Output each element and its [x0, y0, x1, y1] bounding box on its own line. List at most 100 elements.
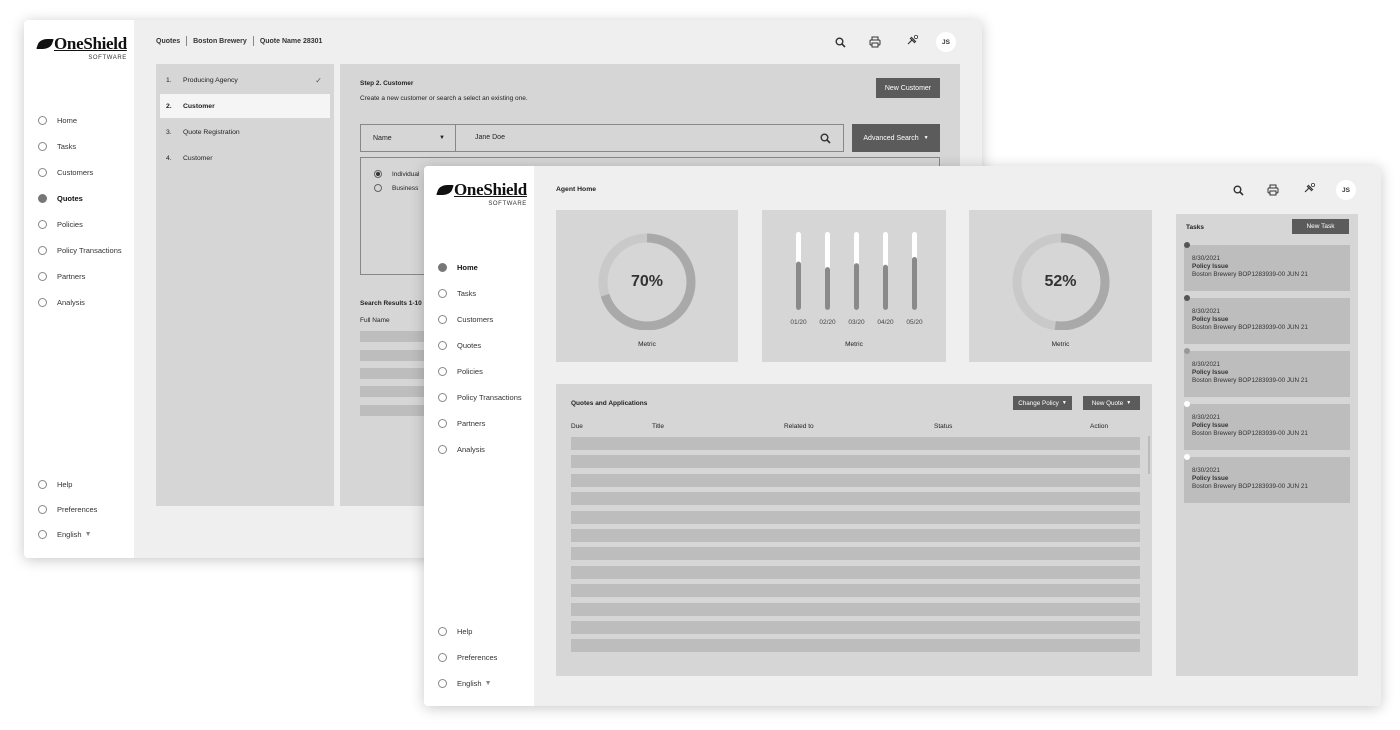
task-card[interactable]: 8/30/2021 Policy Issue Boston Brewery BOP1… [1184, 454, 1350, 503]
radio-business[interactable]: Business [374, 184, 418, 192]
column-action[interactable]: Action [1090, 423, 1108, 430]
column-title[interactable]: Title [652, 423, 664, 430]
sidebar-item-tasks[interactable]: Tasks [438, 289, 476, 298]
status-dot-icon [1184, 348, 1190, 354]
radio-individual[interactable]: Individual [374, 170, 419, 178]
sidebar-item-preferences[interactable]: Preferences [438, 653, 497, 662]
sidebar-item-policies[interactable]: Policies [38, 220, 83, 229]
sidebar-item-home[interactable]: Home [438, 263, 478, 272]
sidebar-item-policy-transactions[interactable]: Policy Transactions [438, 393, 522, 402]
sidebar-item-english[interactable]: English ▼ [38, 530, 92, 539]
sidebar-item-quotes[interactable]: Quotes [38, 194, 83, 203]
sidebar-item-policy-transactions[interactable]: Policy Transactions [38, 246, 122, 255]
page-title: Agent Home [556, 186, 597, 193]
sidebar-item-analysis[interactable]: Analysis [438, 445, 485, 454]
nav-circle-icon [438, 445, 447, 454]
chevron-down-icon: ▼ [1061, 400, 1067, 406]
new-quote-button[interactable]: New Quote ▼ [1083, 396, 1140, 410]
table-row[interactable] [571, 437, 1140, 450]
sidebar-item-label: Home [457, 263, 478, 272]
donut-gauge-3 [1012, 233, 1110, 330]
breadcrumb-customer[interactable]: Boston Brewery [193, 38, 247, 45]
step-item[interactable]: 2. Customer [160, 94, 330, 118]
column-related-to[interactable]: Related to [784, 423, 814, 430]
front-logo: OneShield SOFTWARE [436, 180, 527, 207]
sidebar-item-policies[interactable]: Policies [438, 367, 483, 376]
search-icon[interactable] [1230, 182, 1246, 198]
breadcrumb-quotes[interactable]: Quotes [156, 38, 180, 45]
table-row[interactable] [571, 547, 1140, 561]
nav-circle-icon [38, 142, 47, 151]
metric-card-1: 70% Metric [556, 210, 738, 362]
task-text: 8/30/2021 Policy Issue Boston Brewery BOP1… [1192, 467, 1308, 491]
pin-icon[interactable] [904, 33, 920, 49]
sidebar-item-home[interactable]: Home [38, 116, 77, 125]
step-label: Producing Agency [183, 76, 238, 84]
task-card[interactable]: 8/30/2021 Policy Issue Boston Brewery BOP1… [1184, 295, 1350, 344]
sidebar-item-help[interactable]: Help [38, 480, 72, 489]
search-field-select[interactable]: Name ▼ [361, 125, 456, 151]
new-customer-button[interactable]: New Customer [876, 78, 940, 98]
sidebar-item-preferences[interactable]: Preferences [38, 505, 97, 514]
steps-panel: 1. Producing Agency ✓ 2. Customer 3. Quote Reg… [156, 64, 334, 506]
task-date: 8/30/2021 [1192, 414, 1221, 421]
print-icon[interactable] [1265, 182, 1281, 198]
sidebar-item-label: Home [57, 116, 78, 125]
radio-selected-icon [374, 170, 382, 178]
step-item[interactable]: 3. Quote Registration [160, 120, 330, 144]
search-input[interactable]: Jane Doe [475, 134, 505, 141]
nav-circle-icon [38, 220, 47, 229]
table-row[interactable] [571, 602, 1140, 616]
sidebar-item-customers[interactable]: Customers [438, 315, 493, 324]
nav-circle-icon [38, 168, 47, 177]
task-card[interactable]: 8/30/2021 Policy Issue Boston Brewery BOP1… [1184, 242, 1350, 291]
sidebar-item-customers[interactable]: Customers [38, 168, 93, 177]
table-row[interactable] [571, 621, 1140, 634]
sidebar-item-analysis[interactable]: Analysis [38, 298, 85, 307]
task-card[interactable]: 8/30/2021 Policy Issue Boston Brewery BOP1… [1184, 401, 1350, 450]
step-item[interactable]: 1. Producing Agency ✓ [160, 68, 330, 92]
sidebar-item-partners[interactable]: Partners [38, 272, 85, 281]
pin-icon[interactable] [1301, 181, 1317, 197]
table-row[interactable] [571, 455, 1140, 469]
new-task-button[interactable]: New Task [1292, 219, 1349, 234]
bar [883, 264, 888, 310]
column-status[interactable]: Status [934, 423, 952, 430]
table-row[interactable] [571, 584, 1140, 598]
sidebar-item-label: Tasks [457, 289, 477, 298]
back-breadcrumb: Quotes Boston Brewery Quote Name 28301 [156, 36, 322, 46]
step-item[interactable]: 4. Customer [160, 146, 330, 170]
nav-circle-icon [38, 246, 47, 255]
table-row[interactable] [571, 473, 1140, 487]
table-row[interactable] [571, 492, 1140, 506]
search-icon[interactable] [832, 34, 848, 50]
step-label: Customer [183, 102, 215, 110]
column-due[interactable]: Due [571, 423, 583, 430]
sidebar-item-label: Policies [457, 367, 483, 376]
sidebar-item-help[interactable]: Help [438, 627, 472, 636]
avatar[interactable]: JS [936, 32, 956, 52]
sidebar-item-quotes[interactable]: Quotes [438, 341, 481, 350]
table-row[interactable] [571, 565, 1140, 579]
search-icon[interactable] [817, 130, 833, 146]
print-icon[interactable] [867, 34, 883, 50]
table-row[interactable] [571, 529, 1140, 542]
avatar[interactable]: JS [1336, 180, 1356, 200]
sidebar-item-partners[interactable]: Partners [438, 419, 485, 428]
advanced-search-button[interactable]: Advanced Search ▼ [852, 124, 940, 152]
sidebar-item-label: Policy Transactions [57, 246, 122, 255]
task-description: Boston Brewery BOP1283939-00 JUN 21 [1192, 271, 1308, 278]
table-row[interactable] [571, 510, 1140, 524]
scrollbar[interactable] [1148, 436, 1150, 474]
sidebar-item-label: Partners [57, 272, 86, 281]
bar-category-label: 01/20 [790, 319, 807, 326]
metric-label-1: Metric [638, 341, 656, 348]
sidebar-item-label: Analysis [457, 445, 485, 454]
sidebar-item-tasks[interactable]: Tasks [38, 142, 76, 151]
sidebar-item-english[interactable]: English ▼ [438, 679, 492, 688]
table-row[interactable] [571, 639, 1140, 653]
nav-circle-icon [38, 116, 47, 125]
task-card[interactable]: 8/30/2021 Policy Issue Boston Brewery BOP1… [1184, 348, 1350, 397]
nav-circle-icon [438, 419, 447, 428]
change-policy-button[interactable]: Change Policy ▼ [1013, 396, 1072, 410]
